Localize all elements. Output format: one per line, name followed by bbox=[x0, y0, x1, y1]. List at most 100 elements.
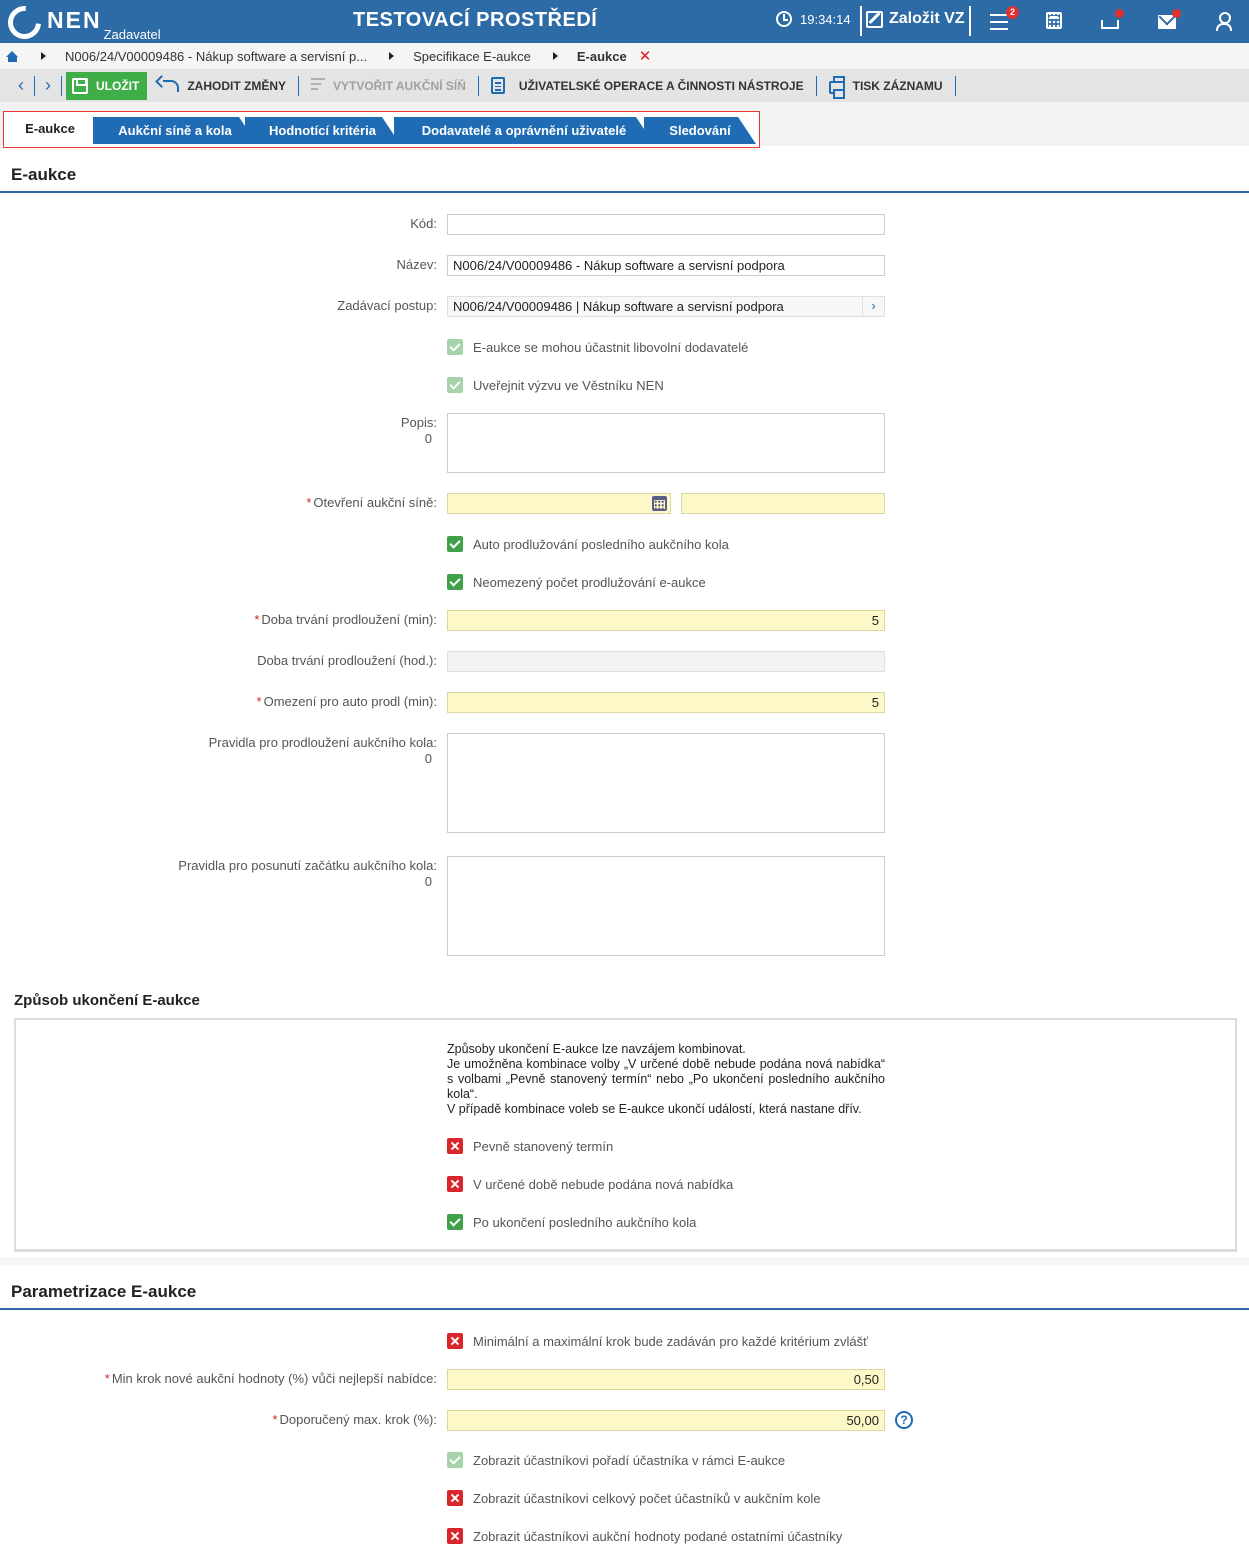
pravidla-posunuti-textarea[interactable] bbox=[447, 856, 885, 956]
save-button[interactable]: ULOŽIT bbox=[66, 71, 148, 100]
calculator-icon[interactable] bbox=[1046, 12, 1062, 29]
max-step-input[interactable]: 50,00 bbox=[447, 1410, 885, 1431]
popis-textarea[interactable] bbox=[447, 413, 885, 473]
section-title-parametrizace: Parametrizace E-aukce bbox=[11, 1282, 197, 1301]
clock-icon bbox=[776, 11, 792, 27]
tab-bar: E-aukce Aukční síně a kola Hodnotící kri… bbox=[3, 111, 760, 148]
omezeni-label: * Omezení pro auto prodl (min): bbox=[256, 694, 437, 709]
nazev-input[interactable]: N006/24/V00009486 - Nákup software a ser… bbox=[447, 255, 885, 276]
check-icon bbox=[447, 1214, 463, 1230]
divider bbox=[477, 75, 479, 96]
document-icon bbox=[490, 77, 505, 94]
tab-hodnotici-kriteria[interactable]: Hodnotící kritéria bbox=[245, 117, 400, 144]
breadcrumb-item-current: E-aukce bbox=[576, 48, 627, 64]
pravidla-prodlouzeni-count: 0 bbox=[424, 751, 432, 766]
tab-sledovani[interactable]: Sledování bbox=[644, 117, 756, 144]
checkbox-label: Uveřejnit výzvu ve Věstníku NEN bbox=[473, 377, 664, 393]
checkbox-label: Zobrazit účastníkovi pořadí účastníka v … bbox=[473, 1452, 786, 1468]
close-record-icon[interactable]: ✕ bbox=[639, 47, 652, 65]
nen-logo[interactable]: NEN Zadavatel bbox=[1, 0, 161, 46]
tab-dodavatele[interactable]: Dodavatelé a oprávnění uživatelé bbox=[394, 117, 654, 144]
print-record-button[interactable]: TISK ZÁZNAMU bbox=[823, 72, 949, 100]
pravidla-prodlouzeni-textarea[interactable] bbox=[447, 733, 885, 833]
checkbox-after-last-round[interactable]: Po ukončení posledního aukčního kola bbox=[447, 1214, 696, 1230]
checkbox-unlimited-extensions[interactable]: Neomezený počet prodlužování e-aukce bbox=[447, 574, 706, 590]
mail-notification-dot bbox=[1172, 9, 1181, 18]
checkbox-any-suppliers[interactable]: E-aukce se mohou účastnit libovolní doda… bbox=[447, 339, 748, 355]
list-icon bbox=[311, 78, 325, 93]
otevreni-time-input[interactable] bbox=[681, 493, 885, 514]
edit-icon bbox=[866, 10, 883, 28]
breadcrumb-arrow-icon bbox=[389, 52, 395, 60]
breadcrumb-item-contract[interactable]: N006/24/V00009486 - Nákup software a ser… bbox=[65, 49, 367, 64]
divider bbox=[61, 75, 62, 96]
postup-link-field[interactable]: N006/24/V00009486 | Nákup software a ser… bbox=[447, 296, 885, 317]
postup-label: Zadávací postup: bbox=[337, 298, 437, 313]
min-step-label: * Min krok nové aukční hodnoty (%) vůči n… bbox=[104, 1371, 437, 1386]
postup-value: N006/24/V00009486 | Nákup software a ser… bbox=[453, 299, 784, 314]
divider bbox=[954, 75, 956, 96]
divider bbox=[969, 6, 971, 36]
create-room-label: VYTVOŘIT AUKČNÍ SÍŇ bbox=[333, 78, 466, 93]
create-contract-label: Založit VZ bbox=[889, 10, 965, 27]
mail-icon[interactable] bbox=[1158, 9, 1181, 30]
checkbox-no-new-offer[interactable]: V určené době nebude podána nová nabídka bbox=[447, 1176, 733, 1192]
checkbox-publish[interactable]: Uveřejnit výzvu ve Věstníku NEN bbox=[447, 377, 664, 393]
divider bbox=[298, 75, 299, 96]
clock-time: 19:34:14 bbox=[800, 11, 851, 27]
section-divider bbox=[0, 1308, 1249, 1310]
forward-arrow-icon[interactable]: › bbox=[35, 73, 61, 99]
calendar-icon[interactable] bbox=[652, 496, 667, 511]
checkbox-show-participant-count[interactable]: Zobrazit účastníkovi celkový počet účast… bbox=[447, 1490, 821, 1506]
checkbox-min-max-step-per-criterion[interactable]: Minimální a maximální krok bude zadáván … bbox=[447, 1333, 868, 1349]
home-icon[interactable] bbox=[6, 50, 19, 62]
checkbox-show-other-values[interactable]: Zobrazit účastníkovi aukční hodnoty poda… bbox=[447, 1528, 842, 1544]
environment-title: TESTOVACÍ PROSTŘEDÍ bbox=[353, 9, 598, 31]
breadcrumb-item-spec[interactable]: Specifikace E-aukce bbox=[413, 49, 531, 64]
back-arrow-icon[interactable]: ‹ bbox=[8, 73, 34, 99]
otevreni-date-input[interactable] bbox=[447, 493, 671, 514]
min-step-input[interactable]: 0,50 bbox=[447, 1369, 885, 1390]
create-contract-button[interactable]: Založit VZ bbox=[866, 10, 965, 28]
top-bar: NEN Zadavatel TESTOVACÍ PROSTŘEDÍ 19:34:… bbox=[0, 0, 1249, 46]
breadcrumb-arrow-icon bbox=[552, 52, 558, 60]
discard-changes-button[interactable]: ZAHODIT ZMĚNY bbox=[153, 72, 292, 100]
cross-icon bbox=[447, 1333, 463, 1349]
tab-e-aukce[interactable]: E-aukce bbox=[8, 115, 92, 142]
checkbox-label: E-aukce se mohou účastnit libovolní doda… bbox=[473, 339, 749, 355]
cross-icon bbox=[447, 1176, 463, 1192]
pravidla-posunuti-label: Pravidla pro posunutí začátku aukčního k… bbox=[178, 858, 437, 873]
logo-role: Zadavatel bbox=[103, 27, 161, 42]
checkbox-show-rank[interactable]: Zobrazit účastníkovi pořadí účastníka v … bbox=[447, 1452, 785, 1468]
tab-area: E-aukce Aukční síně a kola Hodnotící kri… bbox=[0, 102, 1249, 148]
checkbox-label: Auto prodlužování posledního aukčního ko… bbox=[473, 536, 729, 552]
checkbox-fixed-deadline[interactable]: Pevně stanovený termín bbox=[447, 1138, 613, 1154]
checkbox-label: V určené době nebude podána nová nabídka bbox=[473, 1176, 734, 1192]
user-icon[interactable] bbox=[1215, 12, 1232, 31]
nazev-label: Název: bbox=[396, 257, 437, 272]
create-auction-room-button[interactable]: VYTVOŘIT AUKČNÍ SÍŇ bbox=[305, 72, 472, 100]
checkbox-label: Zobrazit účastníkovi aukční hodnoty poda… bbox=[473, 1528, 843, 1544]
doba-hod-label: Doba trvání prodloužení (hod.): bbox=[257, 653, 437, 668]
doba-min-input[interactable]: 5 bbox=[447, 610, 885, 631]
kod-input[interactable] bbox=[447, 214, 885, 235]
section-title-e-aukce: E-aukce bbox=[11, 165, 77, 184]
user-ops-label: UŽIVATELSKÉ OPERACE A ČINNOSTI NÁSTROJE bbox=[518, 78, 804, 93]
menu-icon[interactable]: 2 bbox=[990, 6, 1019, 32]
otevreni-label: * Otevření aukční síně: bbox=[306, 495, 437, 510]
tab-aukcni-sine[interactable]: Aukční síně a kola bbox=[93, 117, 257, 144]
user-operations-button[interactable]: UŽIVATELSKÉ OPERACE A ČINNOSTI NÁSTROJE bbox=[485, 72, 810, 100]
omezeni-input[interactable]: 5 bbox=[447, 692, 885, 713]
help-icon[interactable]: ? bbox=[895, 1411, 913, 1429]
cross-icon bbox=[447, 1138, 463, 1154]
doba-min-label: * Doba trvání prodloužení (min): bbox=[254, 612, 437, 627]
menu-badge: 2 bbox=[1006, 6, 1019, 19]
inbox-icon[interactable] bbox=[1101, 9, 1124, 30]
check-icon bbox=[447, 1452, 463, 1468]
chevron-right-icon[interactable]: › bbox=[862, 297, 884, 316]
checkbox-label: Pevně stanovený termín bbox=[473, 1138, 614, 1154]
max-step-label: * Doporučený max. krok (%): bbox=[272, 1412, 437, 1427]
checkbox-auto-extend[interactable]: Auto prodlužování posledního aukčního ko… bbox=[447, 536, 729, 552]
divider bbox=[815, 75, 817, 96]
save-label: ULOŽIT bbox=[96, 78, 140, 93]
